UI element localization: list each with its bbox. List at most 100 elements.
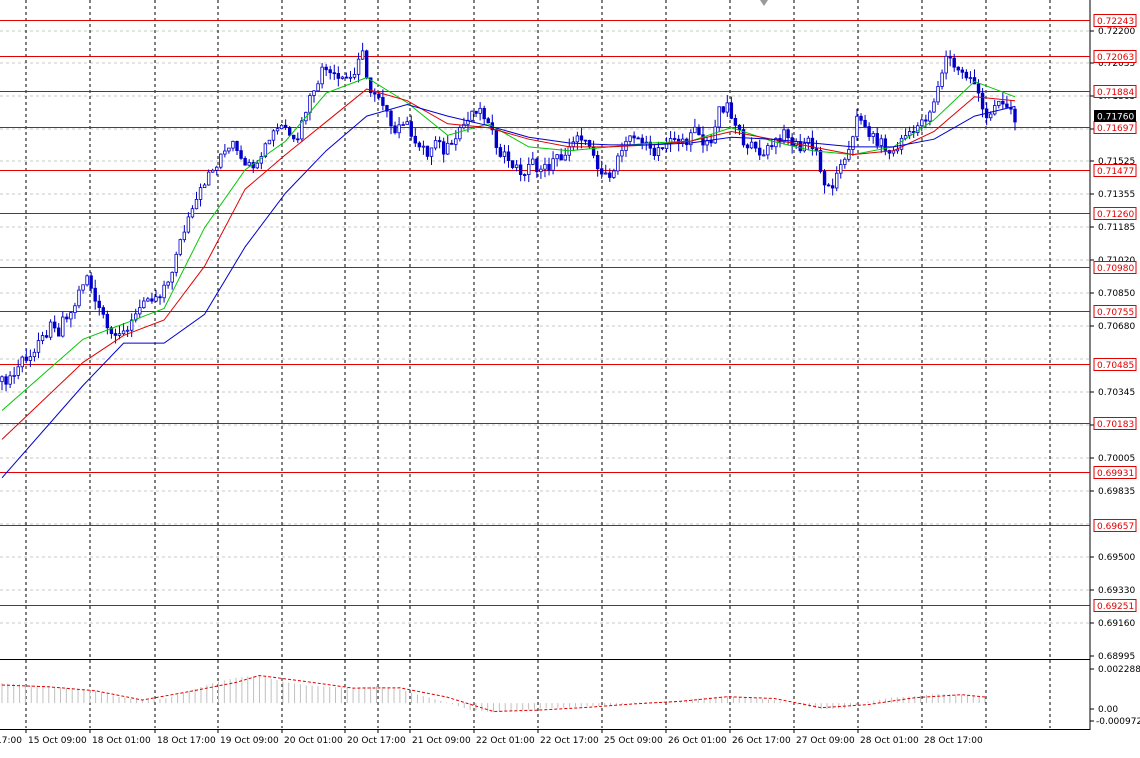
time-tick-label: 18 Oct 17:00 — [157, 736, 216, 746]
level-label: 0.70755 — [1097, 308, 1134, 318]
candle — [762, 154, 766, 157]
time-tick-label: 15 Oct 09:00 — [28, 736, 87, 746]
candle — [729, 102, 734, 119]
level-label: 0.70485 — [1097, 361, 1134, 371]
candle — [980, 92, 985, 110]
candle — [73, 305, 77, 314]
candle — [498, 147, 503, 157]
candle — [523, 174, 527, 176]
time-tick-label: 28 Oct 01:00 — [860, 736, 919, 746]
candle — [287, 127, 292, 136]
candle — [279, 124, 284, 130]
candle — [389, 110, 393, 127]
candle — [450, 142, 454, 145]
candle — [24, 356, 29, 361]
candle — [413, 135, 418, 144]
candle — [786, 129, 790, 139]
candle — [190, 208, 195, 218]
candle — [672, 138, 677, 140]
candle — [247, 162, 251, 166]
candle — [968, 77, 973, 79]
candle — [514, 164, 519, 168]
candle — [628, 135, 632, 142]
candle — [1001, 100, 1005, 105]
candle — [405, 121, 409, 125]
candle — [632, 135, 636, 139]
candle — [401, 124, 405, 126]
candle — [352, 73, 357, 78]
candle — [81, 284, 85, 291]
level-label: 0.71697 — [1097, 124, 1134, 134]
candle — [170, 271, 174, 283]
candle — [859, 115, 863, 121]
candle — [721, 106, 725, 113]
price-tick-label: 0.69330 — [1098, 586, 1135, 596]
chart-canvas[interactable]: 0.722000.720350.718650.716950.715250.713… — [0, 0, 1140, 754]
candle — [956, 66, 960, 71]
candle — [182, 231, 187, 241]
candle — [604, 172, 608, 175]
candle — [798, 141, 802, 152]
candle — [324, 66, 328, 71]
price-tick-label: 0.70005 — [1098, 454, 1135, 464]
candle — [65, 316, 69, 320]
candle — [599, 168, 604, 175]
time-tick-label: 26 Oct 01:00 — [668, 736, 727, 746]
candle — [835, 172, 839, 189]
time-tick-label: 18 Oct 01:00 — [92, 736, 151, 746]
candle — [1013, 108, 1017, 123]
time-tick-label: 20 Oct 01:00 — [284, 736, 343, 746]
candle — [61, 316, 65, 337]
candle — [16, 366, 20, 376]
candle — [988, 113, 993, 119]
current-price-label: 0.71760 — [1097, 113, 1134, 123]
candle — [105, 313, 110, 329]
candle — [494, 129, 499, 148]
candle — [243, 157, 247, 166]
candle — [510, 160, 515, 168]
candle — [312, 90, 316, 96]
candle — [583, 139, 588, 142]
candle — [292, 134, 296, 140]
candle — [936, 86, 940, 103]
candle — [725, 102, 730, 113]
price-tick-label: 0.71355 — [1098, 190, 1135, 200]
candle — [332, 72, 336, 75]
candle — [360, 50, 365, 60]
candle — [867, 126, 871, 137]
candle — [44, 335, 49, 338]
candle — [348, 76, 353, 79]
time-tick-label: 25 Oct 09:00 — [604, 736, 663, 746]
candle — [660, 147, 665, 150]
candle — [381, 97, 385, 106]
candle — [770, 145, 774, 148]
candle — [150, 298, 154, 302]
candle — [393, 125, 397, 134]
candle — [818, 150, 823, 172]
candle — [928, 111, 932, 122]
candle — [158, 296, 162, 299]
candle — [77, 289, 81, 307]
level-label: 0.71260 — [1097, 210, 1134, 220]
candle — [202, 184, 207, 189]
candle — [344, 76, 349, 79]
candle — [219, 153, 223, 168]
candle — [429, 147, 434, 157]
candle — [235, 140, 239, 152]
level-label: 0.71477 — [1097, 167, 1134, 177]
candle — [595, 154, 600, 170]
candle — [458, 127, 462, 140]
candle — [57, 327, 61, 337]
candle — [446, 142, 450, 155]
candle — [20, 356, 24, 368]
candle — [920, 119, 924, 127]
candle — [417, 142, 422, 148]
candle — [356, 58, 361, 75]
candle — [551, 158, 555, 171]
candle — [441, 141, 446, 155]
level-label: 0.69657 — [1097, 522, 1134, 532]
time-tick-label: 26 Oct 17:00 — [732, 736, 791, 746]
candle — [964, 71, 969, 79]
candle — [239, 150, 243, 159]
candle — [93, 287, 97, 302]
